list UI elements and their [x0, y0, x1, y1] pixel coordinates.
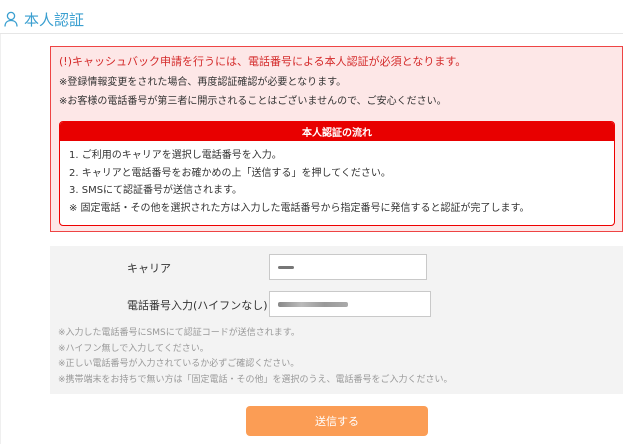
form-note: ※入力した電話番号にSMSにて認証コードが送信されます。 — [58, 328, 300, 338]
user-icon — [4, 11, 18, 27]
title-divider — [0, 33, 623, 34]
carrier-value-redacted — [278, 265, 294, 269]
form-note: ※携帯端末をお持ちで無い方は「固定電話・その他」を選択のうえ、電話番号をご入力く… — [58, 374, 453, 385]
flow-step: 1. ご利用のキャリアを選択し電話番号を入力。 — [69, 150, 282, 161]
notice-box: (!)キャッシュバック申請を行うには、電話番号による本人認証が必須となります。 … — [50, 46, 623, 232]
flow-steps: 1. ご利用のキャリアを選択し電話番号を入力。 2. キャリアと電話番号をお確か… — [60, 141, 614, 217]
phone-label: 電話番号入力(ハイフンなし) — [127, 299, 268, 312]
notice-required-text: (!)キャッシュバック申請を行うには、電話番号による本人認証が必須となります。 — [59, 55, 467, 68]
submit-button[interactable]: 送信する — [246, 406, 428, 436]
page-left-border — [0, 34, 1, 444]
carrier-select[interactable] — [269, 254, 427, 280]
flow-step: 2. キャリアと電話番号をお確かめの上「送信する」を押してください。 — [69, 167, 391, 179]
flow-step: 3. SMSにて認証番号が送信されます。 — [69, 185, 243, 196]
flow-step: ※ 固定電話・その他を選択された方は入力した電話番号から指定番号に発信すると認証… — [69, 202, 530, 214]
phone-input[interactable] — [269, 291, 431, 317]
verification-form: キャリア 電話番号入力(ハイフンなし) ※入力した電話番号にSMSにて認証コード… — [50, 246, 623, 394]
notice-privacy-text: ※お客様の電話番号が第三者に開示されることはございませんので、ご安心ください。 — [59, 96, 447, 107]
flow-heading: 本人認証の流れ — [60, 122, 614, 141]
carrier-label: キャリア — [127, 262, 171, 275]
form-note: ※正しい電話番号が入力されているか必ずご確認ください。 — [58, 359, 300, 369]
form-note: ※ハイフン無しで入力してください。 — [58, 343, 209, 354]
flow-box: 本人認証の流れ 1. ご利用のキャリアを選択し電話番号を入力。 2. キャリアと… — [59, 121, 615, 226]
page-title: 本人認証 — [24, 10, 85, 29]
page-header: 本人認証 — [4, 8, 84, 30]
form-notes: ※入力した電話番号にSMSにて認証コードが送信されます。 ※ハイフン無しで入力し… — [58, 326, 453, 388]
notice-reverify-text: ※登録情報変更をされた場合、再度認証確認が必要となります。 — [59, 77, 347, 88]
phone-value-redacted — [278, 301, 348, 307]
